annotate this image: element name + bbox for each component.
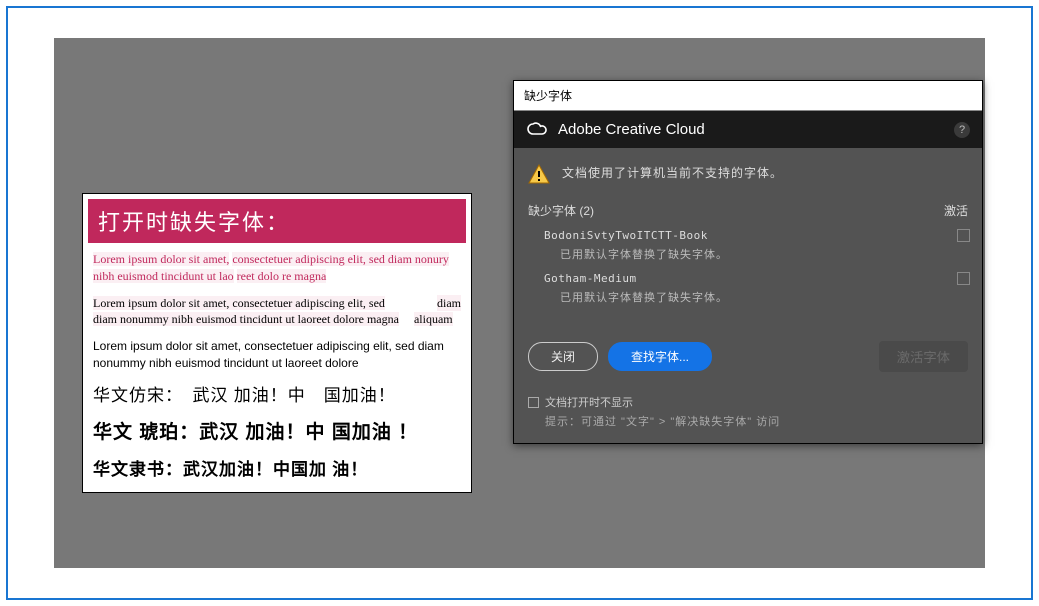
activate-checkbox[interactable] — [957, 229, 970, 242]
document-preview: 打开时缺失字体： Lorem ipsum dolor sit amet, con… — [82, 193, 472, 493]
document-banner: 打开时缺失字体： — [88, 199, 466, 243]
creative-cloud-bar: Adobe Creative Cloud ? — [514, 111, 982, 148]
creative-cloud-label: Adobe Creative Cloud — [558, 121, 705, 138]
activate-column-label: 激活 — [944, 202, 968, 219]
font-status: 已用默认字体替换了缺失字体。 — [544, 246, 968, 262]
font-name: Gotham-Medium — [544, 272, 968, 285]
font-status: 已用默认字体替换了缺失字体。 — [544, 289, 968, 305]
paragraph-1: Lorem ipsum dolor sit amet, consectetuer… — [93, 251, 461, 285]
cjk-line-fangsong: 华文仿宋： 武汉 加油！中 国加油！ — [93, 384, 461, 408]
font-name: BodoniSvtyTwoITCTT-Book — [544, 229, 968, 242]
font-item: BodoniSvtyTwoITCTT-Book 已用默认字体替换了缺失字体。 — [514, 225, 982, 268]
dont-show-checkbox[interactable] — [528, 397, 539, 408]
warning-row: 文档使用了计算机当前不支持的字体。 — [514, 148, 982, 192]
font-item: Gotham-Medium 已用默认字体替换了缺失字体。 — [514, 268, 982, 311]
dont-show-label: 文档打开时不显示 — [545, 394, 633, 410]
missing-fonts-dialog: 缺少字体 Adobe Creative Cloud ? 文档使用了计算机当前不支… — [513, 80, 983, 444]
close-button[interactable]: 关闭 — [528, 342, 598, 371]
dont-show-row[interactable]: 文档打开时不显示 — [528, 394, 968, 410]
hl-text: reet dolo re magna — [237, 269, 327, 283]
creative-cloud-icon — [526, 122, 548, 137]
find-fonts-button[interactable]: 查找字体... — [608, 342, 712, 371]
paragraph-3: Lorem ipsum dolor sit amet, consectetuer… — [93, 338, 461, 372]
hl-text: aliquam — [414, 312, 453, 326]
dialog-footer: 文档打开时不显示 提示：可通过 "文字" > "解决缺失字体" 访问 — [514, 386, 982, 443]
workspace-canvas: 打开时缺失字体： Lorem ipsum dolor sit amet, con… — [54, 38, 985, 568]
document-body: Lorem ipsum dolor sit amet, consectetuer… — [83, 251, 471, 492]
button-row: 关闭 查找字体... 激活字体 — [514, 311, 982, 386]
cjk-line-hupo: 华文 琥珀：武汉 加油！中 国加油 ！ — [93, 420, 461, 447]
hl-text: Lorem ipsum dolor sit amet, — [93, 252, 229, 266]
paragraph-2: Lorem ipsum dolor sit amet, consectetuer… — [93, 295, 461, 329]
cjk-line-lishu: 华文隶书：武汉加油！中国加 油！ — [93, 458, 461, 482]
app-frame: 打开时缺失字体： Lorem ipsum dolor sit amet, con… — [6, 6, 1033, 600]
hl-text: Lorem ipsum dolor sit amet, consectetuer… — [93, 296, 385, 310]
missing-count-label: 缺少字体 (2) — [528, 202, 594, 219]
footer-hint: 提示：可通过 "文字" > "解决缺失字体" 访问 — [528, 413, 968, 429]
activate-fonts-button: 激活字体 — [879, 341, 968, 372]
font-list-header: 缺少字体 (2) 激活 — [514, 192, 982, 225]
help-icon[interactable]: ? — [954, 122, 970, 138]
warning-icon — [528, 164, 550, 184]
warning-text: 文档使用了计算机当前不支持的字体。 — [562, 164, 783, 181]
hl-text: diam — [437, 295, 461, 312]
hl-text: diam nonummy nibh euismod tincidunt ut l… — [93, 312, 399, 326]
dialog-title: 缺少字体 — [514, 81, 982, 111]
activate-checkbox[interactable] — [957, 272, 970, 285]
